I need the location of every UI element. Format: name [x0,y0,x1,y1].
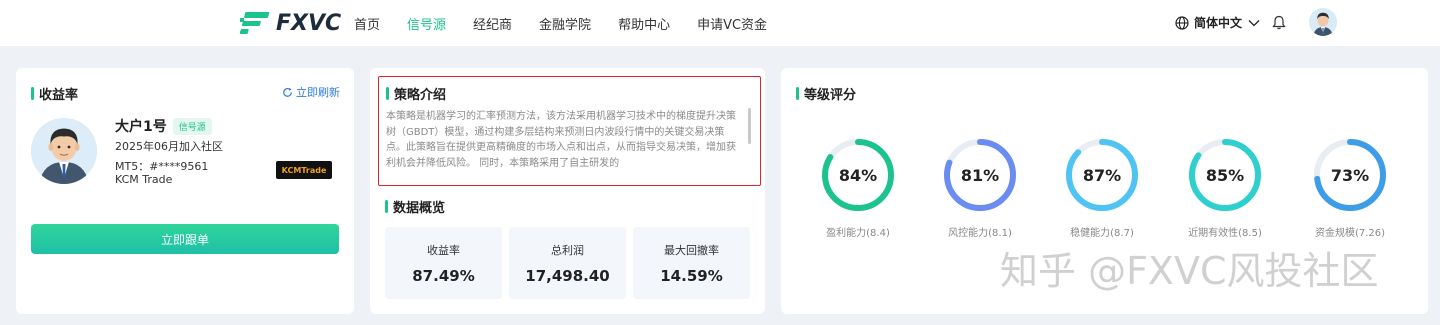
gauge-label: 盈利能力(8.4) [826,228,890,239]
mt5-account: MT5：#****9561 [115,160,209,173]
stat-drawdown-label: 最大回撤率 [664,244,719,257]
rating-gauge-4: 85% [1188,138,1268,218]
stat-profit-value: 17,498.40 [525,267,610,285]
logo-text: FXVC [276,10,342,36]
broker-name: KCM Trade [115,173,173,186]
gauge-value: 87% [1082,165,1122,185]
rating-title: 等级评分 [796,84,856,103]
gauge-value: 73% [1330,165,1370,185]
broker-logo-text: KCMTrade [281,165,327,175]
strategy-description: 本策略是机器学习的汇率预测方法，该方法采用机器学习技术中的梯度提升决策树（GBD… [386,111,736,169]
refresh-label: 立即刷新 [296,86,340,99]
overview-title: 数据概览 [385,197,445,216]
rating-gauge-2: 81% [943,138,1023,218]
gauge-value: 81% [960,165,1000,185]
user-avatar[interactable] [1309,8,1337,36]
gauge-label: 资金规模(7.26) [1314,228,1386,239]
rating-gauge-3: 87% [1065,138,1145,218]
stat-return-label: 收益率 [427,244,460,257]
fxvc-logo[interactable]: FXVC [238,9,341,37]
trader-avatar-icon [31,118,97,184]
nav-signals[interactable]: 信号源 [407,14,446,33]
signal-badge: 信号源 [172,117,212,135]
gauge-value: 85% [1205,165,1245,185]
strategy-card: 策略介绍 本策略是机器学习的汇率预测方法，该方法采用机器学习技术中的梯度提升决策… [370,68,765,314]
strategy-highlight-box: 策略介绍 本策略是机器学习的汇率预测方法，该方法采用机器学习技术中的梯度提升决策… [378,76,761,186]
top-header: FXVC 首页 信号源 经纪商 金融学院 帮助中心 申请VC资金 简体中文 [0,0,1440,46]
nav-home[interactable]: 首页 [354,14,380,33]
broker-logo: KCMTrade [276,161,332,179]
returns-card: 收益率 立即刷新 大户1号 信号源 2025年06月加入社区 MT5：#****… [16,68,354,314]
refresh-icon [283,87,292,97]
strategy-scrollbar[interactable] [748,108,751,144]
trader-name: 大户1号 [115,119,167,135]
language-switcher[interactable]: 简体中文 [1175,14,1265,31]
joined-date: 2025年06月加入社区 [115,140,223,153]
globe-icon [1175,15,1189,30]
stat-profit: 总利润 17,498.40 [509,227,626,299]
main-nav: 首页 信号源 经纪商 金融学院 帮助中心 申请VC资金 [354,0,794,46]
watermark: 知乎 @FXVC风投社区 [1000,249,1379,293]
nav-academy[interactable]: 金融学院 [539,14,591,33]
trader-avatar [31,118,97,184]
nav-brokers[interactable]: 经纪商 [473,14,512,33]
language-label: 简体中文 [1194,16,1243,30]
strategy-title: 策略介绍 [386,84,446,103]
gauge-value: 84% [838,165,878,185]
returns-title: 收益率 [31,84,78,103]
stat-return: 收益率 87.49% [385,227,502,299]
stat-drawdown-value: 14.59% [660,267,723,285]
bell-icon[interactable] [1272,15,1286,30]
logo-mark-icon [239,12,270,34]
trader-name-row: 大户1号 信号源 [115,116,212,136]
nav-apply-vc[interactable]: 申请VC资金 [697,14,767,33]
stat-drawdown: 最大回撤率 14.59% [633,227,750,299]
chevron-down-icon [1248,19,1260,26]
gauge-label: 稳健能力(8.7) [1070,228,1134,239]
stat-profit-label: 总利润 [551,244,584,257]
nav-help[interactable]: 帮助中心 [618,14,670,33]
gauge-label: 近期有效性(8.5) [1188,228,1262,239]
gauge-label: 风控能力(8.1) [948,228,1012,239]
user-avatar-icon [1309,8,1337,36]
rating-gauge-5: 73% [1313,138,1393,218]
stat-return-value: 87.49% [412,267,475,285]
follow-button[interactable]: 立即跟单 [31,224,339,254]
rating-gauge-1: 84% [821,138,901,218]
refresh-button[interactable]: 立即刷新 [282,84,340,100]
